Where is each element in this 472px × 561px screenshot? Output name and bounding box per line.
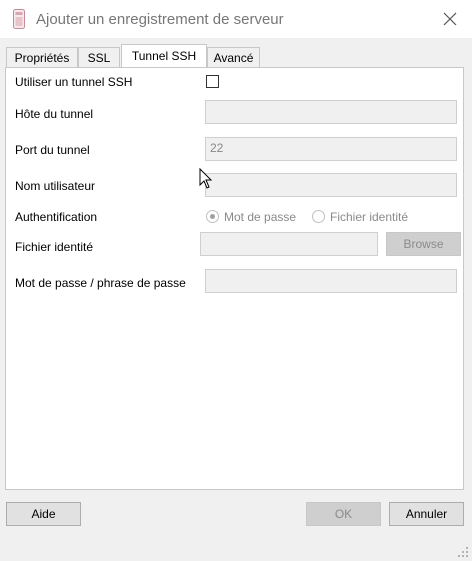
auth-password-label: Mot de passe [224, 210, 297, 224]
identity-file-label: Fichier identité [15, 240, 94, 254]
tunnel-port-label: Port du tunnel [15, 143, 90, 157]
resize-grip-icon[interactable] [457, 546, 469, 558]
tab-proprietes[interactable]: Propriétés [6, 47, 78, 67]
browse-button-label: Browse [403, 237, 444, 251]
passphrase-input[interactable] [205, 269, 457, 293]
tab-avance[interactable]: Avancé [207, 47, 260, 67]
ok-button[interactable]: OK [306, 502, 381, 526]
ok-button-label: OK [334, 507, 353, 521]
identity-file-input[interactable] [200, 232, 378, 256]
username-label: Nom utilisateur [15, 179, 96, 193]
cancel-button-label: Annuler [405, 507, 448, 521]
tab-tunnel-ssh[interactable]: Tunnel SSH [121, 44, 207, 67]
database-file-icon [13, 9, 25, 29]
passphrase-label: Mot de passe / phrase de passe [15, 276, 186, 290]
auth-identity-file-label: Fichier identité [330, 210, 409, 224]
help-button-label: Aide [31, 507, 56, 521]
tab-ssl[interactable]: SSL [78, 47, 120, 67]
auth-password-radio[interactable] [206, 210, 219, 223]
mouse-pointer-icon [199, 168, 213, 189]
use-tunnel-checkbox[interactable] [206, 75, 219, 88]
help-button[interactable]: Aide [6, 502, 81, 526]
tab-label: Propriétés [14, 51, 70, 65]
username-input[interactable] [205, 173, 457, 197]
use-tunnel-label: Utiliser un tunnel SSH [15, 75, 133, 89]
tab-label: Avancé [213, 51, 254, 65]
window-title: Ajouter un enregistrement de serveur [36, 11, 284, 28]
title-bar: Ajouter un enregistrement de serveur [0, 0, 472, 38]
tunnel-host-input[interactable] [205, 100, 457, 124]
close-icon[interactable] [440, 9, 460, 29]
authentication-label: Authentification [15, 210, 98, 224]
browse-button[interactable]: Browse [386, 232, 461, 256]
tunnel-port-input[interactable]: 22 [205, 137, 457, 161]
tab-label: SSL [87, 51, 111, 65]
cancel-button[interactable]: Annuler [389, 502, 464, 526]
tab-label: Tunnel SSH [131, 49, 197, 63]
auth-identity-file-radio[interactable] [312, 210, 325, 223]
tunnel-host-label: Hôte du tunnel [15, 107, 94, 121]
